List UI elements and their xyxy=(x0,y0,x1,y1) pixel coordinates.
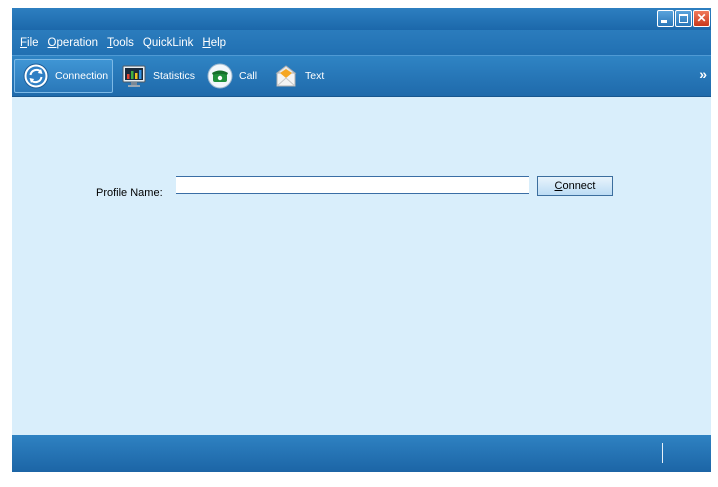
profile-name-input[interactable] xyxy=(176,176,529,194)
status-divider xyxy=(662,443,663,463)
toolbar-statistics-label: Statistics xyxy=(153,70,196,82)
envelope-icon xyxy=(275,65,297,87)
maximize-button[interactable] xyxy=(675,10,692,27)
status-bar xyxy=(12,435,711,472)
statistics-monitor-icon xyxy=(122,65,146,87)
app-window: ✕ File Operation Tools QuickLink Help Co… xyxy=(12,8,711,472)
maximize-icon xyxy=(679,14,688,23)
close-button[interactable]: ✕ xyxy=(693,10,710,27)
profile-name-label: Profile Name: xyxy=(96,187,163,199)
menu-tools[interactable]: Tools xyxy=(107,37,134,49)
toolbar-call-label: Call xyxy=(239,70,258,82)
close-icon: ✕ xyxy=(696,11,707,25)
toolbar: Connection Statistics Call Text » xyxy=(12,55,711,97)
minimize-icon xyxy=(661,20,667,23)
toolbar-call-button[interactable]: Call xyxy=(199,59,259,93)
toolbar-text-button[interactable]: Text xyxy=(265,59,335,93)
menu-quicklink[interactable]: QuickLink xyxy=(143,37,194,49)
minimize-button[interactable] xyxy=(657,10,674,27)
connection-refresh-icon xyxy=(23,63,49,89)
menu-operation[interactable]: Operation xyxy=(48,37,99,49)
toolbar-statistics-button[interactable]: Statistics xyxy=(113,59,199,93)
toolbar-text-label: Text xyxy=(305,70,325,82)
phone-icon xyxy=(207,63,233,89)
menu-bar: File Operation Tools QuickLink Help xyxy=(12,30,711,55)
menu-file[interactable]: File xyxy=(20,37,39,49)
main-content: Profile Name: Connect xyxy=(12,97,711,435)
menu-help[interactable]: Help xyxy=(202,37,226,49)
toolbar-overflow-chevron-icon[interactable]: » xyxy=(699,66,707,82)
toolbar-connection-button[interactable]: Connection xyxy=(14,59,113,93)
window-controls: ✕ xyxy=(657,10,710,27)
toolbar-connection-label: Connection xyxy=(55,70,109,82)
title-bar[interactable]: ✕ xyxy=(12,8,711,30)
connect-button[interactable]: Connect xyxy=(537,176,613,196)
